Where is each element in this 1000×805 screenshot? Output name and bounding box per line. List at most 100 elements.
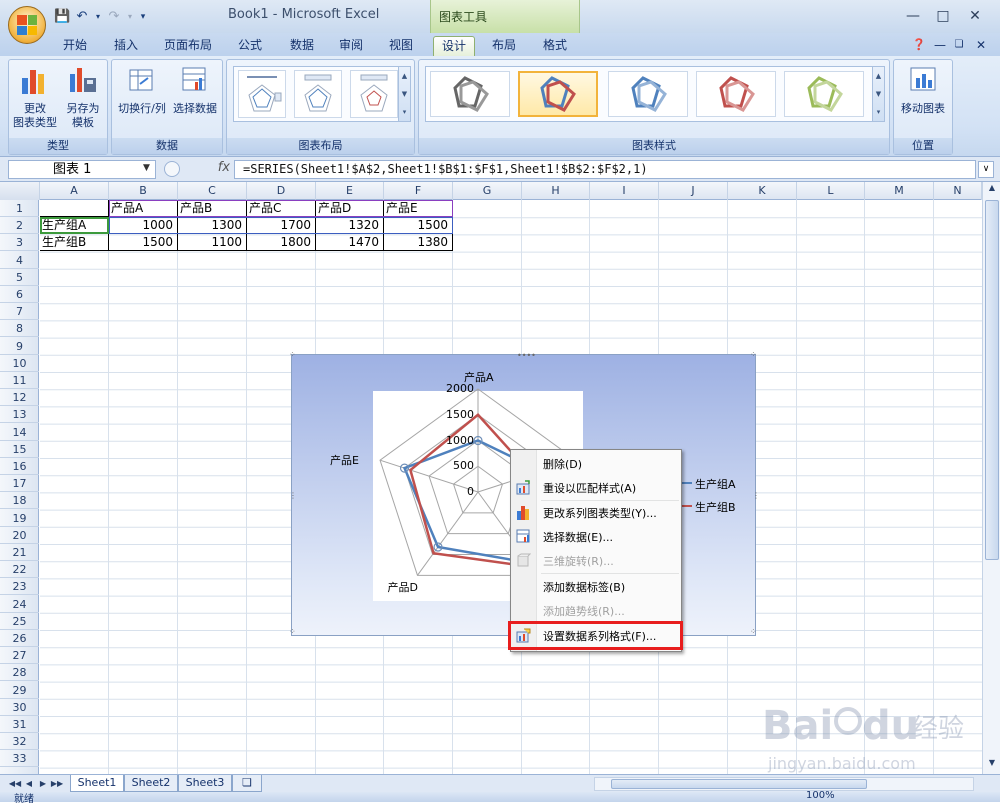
move-chart-button[interactable]: 移动图表 [896, 64, 950, 116]
scroll-up-icon[interactable]: ▲ [985, 183, 999, 197]
column-header[interactable]: D [247, 182, 316, 200]
row-header[interactable]: 9 [0, 338, 39, 355]
row-header[interactable]: 18 [0, 492, 39, 510]
redo-icon[interactable]: ↷ [106, 9, 122, 25]
column-header[interactable]: E [316, 182, 384, 200]
chart-resize-handle[interactable]: ⁘ [289, 350, 296, 359]
last-sheet-icon[interactable]: ▶▶ [50, 777, 64, 791]
column-header[interactable]: M [865, 182, 934, 200]
row-header[interactable]: 19 [0, 510, 39, 527]
row-header[interactable]: 33 [0, 750, 39, 768]
name-box[interactable]: 图表 1 [8, 160, 156, 179]
chart-resize-handle[interactable]: ⁘ [750, 350, 757, 359]
row-header[interactable]: 23 [0, 578, 39, 596]
insert-sheet-icon[interactable]: ❏ [232, 775, 262, 792]
sheet-tab-3[interactable]: Sheet3 [178, 775, 232, 792]
cell-value[interactable]: 1800 [247, 234, 316, 251]
vertical-scroll-thumb[interactable] [985, 200, 999, 560]
column-header[interactable]: G [453, 182, 522, 200]
next-sheet-icon[interactable]: ▶ [36, 777, 50, 791]
column-header[interactable]: N [934, 182, 982, 200]
tab-page-layout[interactable]: 页面布局 [158, 36, 218, 56]
row-header[interactable]: 4 [0, 252, 39, 269]
tab-layout[interactable]: 布局 [484, 36, 524, 56]
vertical-scrollbar[interactable]: ▲ ▼ [982, 182, 1000, 774]
undo-icon[interactable]: ↶ [74, 9, 90, 25]
tab-view[interactable]: 视图 [381, 36, 421, 56]
office-button[interactable] [8, 6, 46, 44]
chart-resize-handle[interactable]: ⁘ [750, 627, 757, 636]
chart-layout-3[interactable] [350, 70, 398, 118]
menu-item-select-data[interactable]: 选择数据(E)... [511, 525, 681, 548]
row-header[interactable]: 10 [0, 355, 39, 372]
first-sheet-icon[interactable]: ◀◀ [8, 777, 22, 791]
ribbon-minimize-icon[interactable]: — [930, 36, 948, 56]
cell-value[interactable]: 1100 [178, 234, 247, 251]
cell-value[interactable]: 1380 [384, 234, 453, 251]
column-header[interactable]: L [797, 182, 865, 200]
save-icon[interactable]: 💾 [54, 9, 70, 25]
tab-insert[interactable]: 插入 [106, 36, 146, 56]
row-header[interactable]: 12 [0, 389, 39, 407]
column-header[interactable]: K [728, 182, 797, 200]
row-header[interactable]: 20 [0, 527, 39, 544]
column-header[interactable]: B [109, 182, 178, 200]
tab-review[interactable]: 审阅 [331, 36, 371, 56]
ribbon-restore-icon[interactable]: ❏ [950, 36, 968, 56]
row-header[interactable]: 22 [0, 561, 39, 579]
menu-item-add-data-labels[interactable]: 添加数据标签(B) [511, 575, 681, 598]
minimize-button[interactable]: — [900, 6, 926, 26]
row-header[interactable]: 31 [0, 716, 39, 733]
column-header[interactable]: J [659, 182, 728, 200]
row-header[interactable]: 5 [0, 269, 39, 286]
menu-item-reset-style[interactable]: 重设以匹配样式(A) [511, 476, 681, 499]
row-header[interactable]: 13 [0, 406, 39, 424]
layout-gallery-scroll[interactable]: ▲ ▼ ▾ [398, 67, 410, 121]
select-data-button[interactable]: 选择数据 [170, 64, 220, 116]
row-header[interactable]: 27 [0, 647, 39, 665]
chart-style-3[interactable] [608, 71, 688, 117]
row-header[interactable]: 2 [0, 217, 39, 235]
close-button[interactable]: ✕ [962, 6, 988, 26]
chart-style-2[interactable] [518, 71, 598, 117]
legend-series-b[interactable]: 生产组B [695, 499, 736, 515]
chart-style-4[interactable] [696, 71, 776, 117]
row-header[interactable]: 30 [0, 699, 39, 716]
row-header[interactable]: 14 [0, 424, 39, 441]
column-header[interactable]: I [590, 182, 659, 200]
sheet-tab-2[interactable]: Sheet2 [124, 775, 178, 792]
sheet-tab-1[interactable]: Sheet1 [70, 775, 124, 792]
redo-dropdown-icon[interactable]: ▾ [126, 9, 134, 25]
column-header[interactable]: F [384, 182, 453, 200]
row-header[interactable]: 1 [0, 200, 39, 217]
chart-resize-handle[interactable]: ⋮ [752, 491, 760, 500]
cell-a1[interactable] [40, 200, 109, 217]
chart-style-5[interactable] [784, 71, 864, 117]
help-icon[interactable]: ❓ [908, 36, 930, 56]
row-header[interactable]: 28 [0, 664, 39, 682]
tab-formulas[interactable]: 公式 [230, 36, 270, 56]
row-header[interactable]: 8 [0, 320, 39, 338]
undo-dropdown-icon[interactable]: ▾ [94, 9, 102, 25]
horizontal-scrollbar[interactable] [594, 777, 974, 791]
scroll-down-icon[interactable]: ▼ [985, 758, 999, 772]
column-header[interactable]: C [178, 182, 247, 200]
maximize-button[interactable]: □ [930, 6, 956, 26]
category-label[interactable]: 产品E [330, 452, 359, 468]
row-header[interactable]: 7 [0, 303, 39, 321]
name-box-dropdown-icon[interactable]: ▼ [143, 163, 150, 173]
row-header[interactable]: 32 [0, 733, 39, 751]
row-header[interactable]: 21 [0, 544, 39, 561]
cell-value[interactable]: 1470 [316, 234, 384, 251]
zoom-level[interactable]: 100% [806, 790, 835, 801]
chart-resize-handle[interactable]: ⁘ [289, 627, 296, 636]
chart-resize-handle[interactable]: ⋮ [289, 491, 297, 500]
formula-input[interactable]: =SERIES(Sheet1!$A$2,Sheet1!$B$1:$F$1,She… [234, 160, 976, 179]
style-gallery-scroll[interactable]: ▲ ▼ ▾ [872, 67, 884, 121]
legend-series-a[interactable]: 生产组A [695, 476, 736, 492]
row-header[interactable]: 11 [0, 372, 39, 389]
chart-style-1[interactable] [430, 71, 510, 117]
tab-design[interactable]: 设计 [433, 36, 475, 56]
tab-home[interactable]: 开始 [55, 36, 95, 56]
row-header[interactable]: 16 [0, 458, 39, 475]
